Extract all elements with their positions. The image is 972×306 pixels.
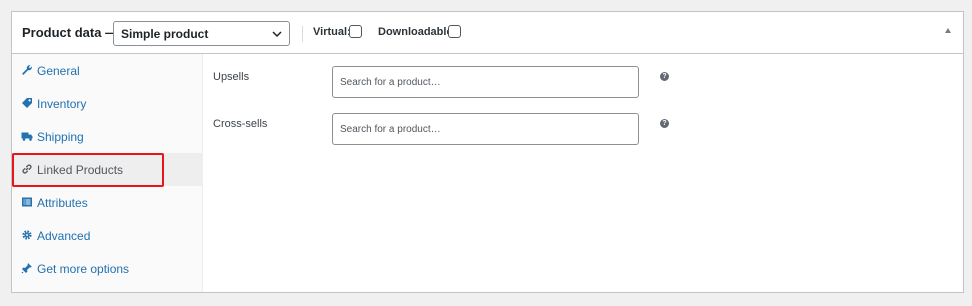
- tab-label: Shipping: [37, 130, 84, 144]
- tab-label: Get more options: [37, 262, 130, 276]
- product-data-panel: Product data — Simple product Virtual: D…: [11, 11, 964, 293]
- truck-icon: [21, 132, 33, 141]
- tab-get-more-options[interactable]: Get more options: [12, 252, 202, 285]
- help-icon[interactable]: ?: [660, 119, 669, 128]
- downloadable-checkbox[interactable]: [448, 25, 461, 38]
- tab-inventory[interactable]: Inventory: [12, 87, 202, 120]
- downloadable-label: Downloadable:: [378, 26, 457, 38]
- virtual-label: Virtual:: [313, 26, 351, 38]
- tab-advanced[interactable]: Advanced: [12, 219, 202, 252]
- crosssells-label: Cross-sells: [213, 118, 268, 130]
- product-type-value: Simple product: [121, 27, 209, 41]
- tab-label: General: [37, 64, 80, 78]
- tab-attributes[interactable]: Attributes: [12, 186, 202, 219]
- tag-icon: [22, 98, 32, 108]
- header-divider: [302, 26, 303, 42]
- gear-icon: [22, 230, 32, 240]
- product-type-select[interactable]: Simple product: [113, 21, 290, 46]
- panel-title: Product data —: [22, 25, 119, 40]
- virtual-checkbox[interactable]: [349, 25, 362, 38]
- tab-label: Attributes: [37, 196, 88, 210]
- plugin-icon: [21, 263, 32, 274]
- product-data-tabs: General Inventory Shipping Linked Produc…: [12, 54, 203, 292]
- product-data-header: Product data — Simple product Virtual: D…: [12, 12, 963, 54]
- linked-products-panel: Upsells ? Cross-sells ?: [203, 54, 963, 292]
- upsells-label: Upsells: [213, 71, 250, 83]
- upsells-search-input[interactable]: [340, 75, 630, 89]
- crosssells-search-field[interactable]: [332, 113, 639, 145]
- tab-shipping[interactable]: Shipping: [12, 120, 202, 153]
- tab-general[interactable]: General: [12, 54, 202, 87]
- crosssells-search-input[interactable]: [340, 122, 630, 136]
- chevron-down-icon: [272, 31, 282, 38]
- wrench-icon: [22, 65, 32, 75]
- tab-label: Advanced: [37, 229, 91, 243]
- help-icon[interactable]: ?: [660, 72, 669, 81]
- collapse-toggle-icon[interactable]: [945, 28, 951, 33]
- tab-label: Inventory: [37, 97, 87, 111]
- list-icon: [22, 197, 32, 207]
- highlight-box: [12, 153, 164, 187]
- upsells-search-field[interactable]: [332, 66, 639, 98]
